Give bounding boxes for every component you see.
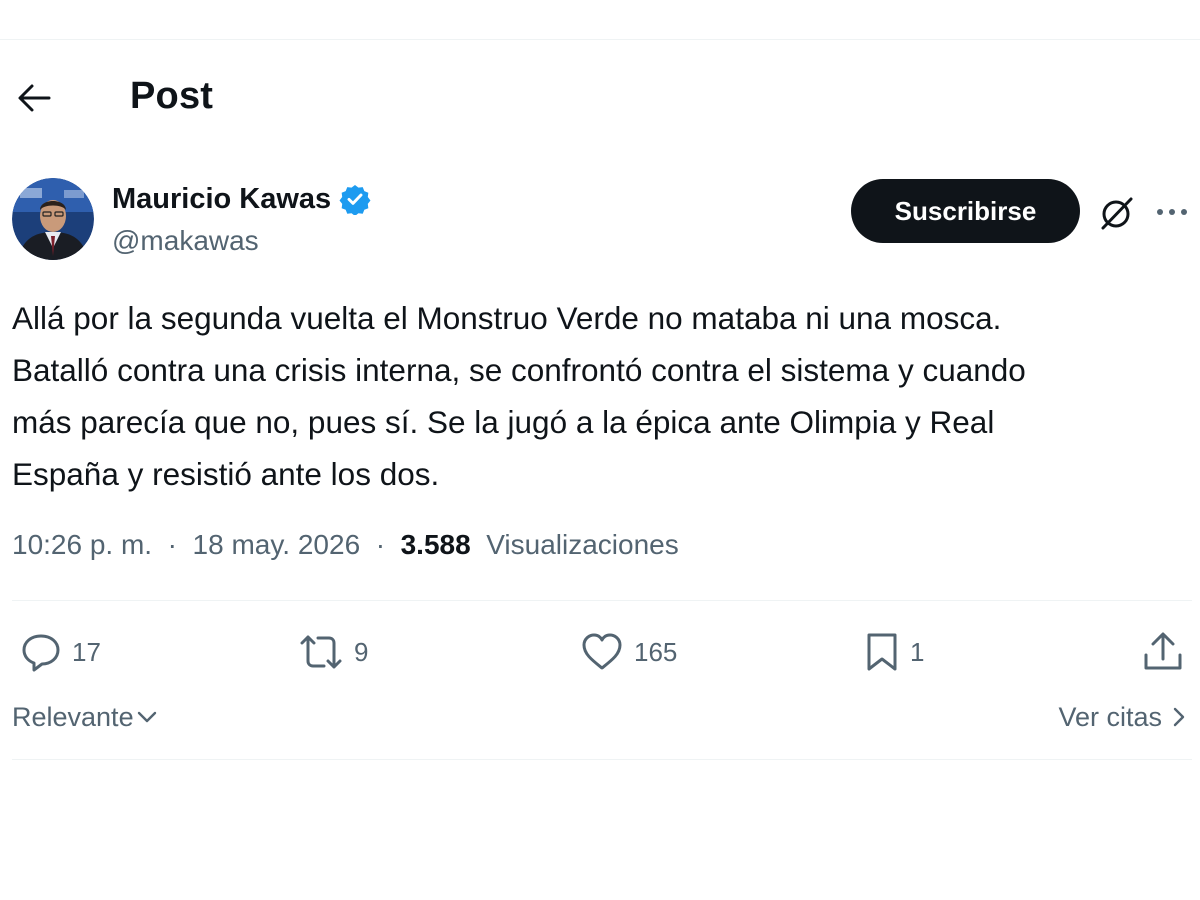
like-button[interactable]: 165: [580, 628, 677, 676]
more-dots-icon: [1157, 209, 1187, 215]
like-count: 165: [634, 636, 678, 667]
post-meta: 10:26 p. m. · 18 may. 2026 · 3.588 Visua…: [12, 524, 679, 566]
page-title: Post: [130, 75, 214, 117]
reply-count: 17: [72, 636, 101, 667]
view-quotes-label: Ver citas: [1058, 702, 1162, 732]
post-time[interactable]: 10:26 p. m.: [12, 529, 152, 560]
author-name-row[interactable]: Mauricio Kawas: [112, 180, 371, 218]
reply-button[interactable]: 17: [20, 628, 101, 676]
grok-icon: [1101, 197, 1133, 230]
sort-label: Relevante: [12, 702, 134, 732]
top-divider: [0, 39, 1200, 40]
more-options-button[interactable]: [1150, 192, 1194, 232]
divider: [12, 759, 1192, 760]
meta-separator: ·: [367, 529, 393, 560]
back-button[interactable]: [12, 76, 56, 120]
subscribe-button[interactable]: Suscribirse: [851, 179, 1080, 243]
author-handle[interactable]: @makawas: [112, 222, 259, 260]
view-quotes-link[interactable]: Ver citas: [1058, 698, 1188, 736]
post-date[interactable]: 18 may. 2026: [193, 529, 361, 560]
chevron-down-icon: [137, 711, 156, 723]
arrow-left-icon: [18, 84, 51, 112]
grok-button[interactable]: [1094, 190, 1140, 236]
views-label: Visualizaciones: [478, 529, 679, 560]
heart-icon: [582, 633, 622, 670]
repost-count: 9: [354, 636, 369, 667]
post-text-line: España y resistió ante los dos.: [12, 456, 440, 492]
chevron-right-icon: [1173, 707, 1185, 727]
sort-dropdown[interactable]: Relevante: [12, 698, 158, 736]
author-name[interactable]: Mauricio Kawas: [112, 180, 331, 218]
post-text-line: Allá por la segunda vuelta el Monstruo V…: [12, 300, 1002, 336]
post-text-line: Batalló contra una crisis interna, se co…: [12, 352, 1026, 388]
share-button[interactable]: [1142, 628, 1184, 676]
post-text-line: más parecía que no, pues sí. Se la jugó …: [12, 404, 995, 440]
avatar[interactable]: [12, 178, 94, 260]
reply-icon: [22, 634, 60, 672]
repost-button[interactable]: 9: [298, 628, 368, 676]
meta-separator: ·: [159, 529, 185, 560]
share-icon: [1144, 632, 1182, 670]
bookmark-button[interactable]: 1: [864, 628, 924, 676]
post-text: Allá por la segunda vuelta el Monstruo V…: [12, 292, 1197, 500]
repost-icon: [300, 635, 342, 669]
avatar-image: [12, 178, 94, 260]
views-count: 3.588: [400, 529, 471, 560]
bookmark-icon: [867, 633, 897, 671]
divider: [12, 600, 1192, 601]
verified-badge-icon: [339, 183, 371, 215]
bookmark-count: 1: [910, 636, 925, 667]
post-page: Post Mauricio Kawas @makawas Suscribirse…: [0, 0, 1200, 900]
